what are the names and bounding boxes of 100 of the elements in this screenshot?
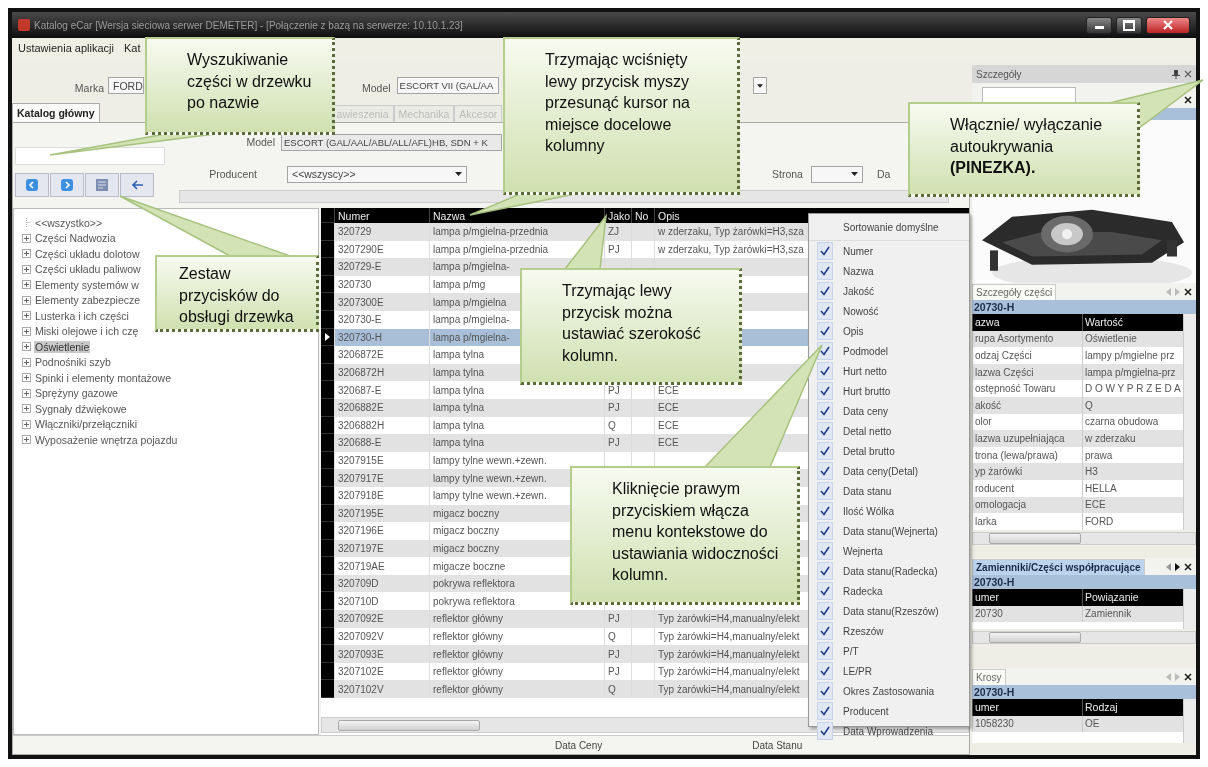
- column-header[interactable]: Rodzaj: [1082, 699, 1182, 716]
- checkbox[interactable]: [817, 282, 833, 300]
- tree-item[interactable]: Elementy zabezpiecze: [34, 294, 142, 307]
- tab[interactable]: Katalog główny: [12, 103, 100, 122]
- producer-dropdown[interactable]: <<wszyscy>>: [287, 165, 467, 183]
- menu-item[interactable]: Detal netto: [843, 425, 892, 437]
- checkbox[interactable]: [817, 302, 833, 320]
- scrollbar[interactable]: [972, 631, 1196, 644]
- tab[interactable]: Szczegóły części: [972, 284, 1057, 300]
- checkbox[interactable]: [817, 502, 833, 520]
- checkbox[interactable]: [817, 442, 833, 460]
- close-icon[interactable]: [1184, 563, 1192, 571]
- checkbox[interactable]: [817, 462, 833, 480]
- checkbox[interactable]: [817, 662, 833, 680]
- menu-item[interactable]: Data Wprowadzenia: [843, 725, 934, 737]
- tree-button[interactable]: [120, 173, 154, 197]
- expand-icon[interactable]: [22, 435, 31, 445]
- expand-icon[interactable]: [22, 264, 31, 274]
- column-header[interactable]: umer: [972, 589, 1082, 606]
- checkbox[interactable]: [817, 242, 833, 260]
- tree-item[interactable]: Części układu dolotow: [34, 247, 141, 260]
- menu-item[interactable]: Jakość: [843, 285, 875, 297]
- scroll-thumb[interactable]: [989, 632, 1081, 643]
- checkbox[interactable]: [817, 702, 833, 720]
- scrollbar[interactable]: [1183, 699, 1196, 743]
- checkbox[interactable]: [817, 542, 833, 560]
- checkbox[interactable]: [817, 382, 833, 400]
- menu-item[interactable]: Data stanu: [843, 485, 892, 497]
- tree-item[interactable]: Lusterka i ich części: [34, 309, 130, 322]
- menu-item[interactable]: P/T: [843, 645, 859, 657]
- menu-item[interactable]: Data stanu(Radecka): [843, 565, 938, 577]
- arrow-right-icon[interactable]: [1175, 563, 1180, 571]
- scrollbar[interactable]: [1183, 314, 1196, 530]
- model-field[interactable]: ESCORT (GAL/AAL/ABL/ALL/AFL)HB, SDN + K: [281, 133, 502, 151]
- checkbox[interactable]: [817, 622, 833, 640]
- tree-item[interactable]: Części układu paliwow: [34, 263, 142, 276]
- menu-item[interactable]: Numer: [843, 245, 873, 257]
- column-header[interactable]: azwa: [972, 314, 1082, 331]
- pin-icon[interactable]: [1172, 69, 1180, 79]
- make-dropdown[interactable]: FORD: [108, 77, 144, 94]
- column-header[interactable]: Powiązanie: [1082, 589, 1182, 606]
- checkbox[interactable]: [817, 682, 833, 700]
- maximize-button[interactable]: [1116, 16, 1142, 34]
- tree-item[interactable]: Wyposażenie wnętrza pojazdu: [34, 433, 179, 446]
- checkbox[interactable]: [817, 402, 833, 420]
- menu-item[interactable]: Nowość: [843, 305, 879, 317]
- column-header[interactable]: Wartość: [1082, 314, 1182, 331]
- expand-icon[interactable]: [22, 280, 31, 290]
- tab[interactable]: Zamienniki/Części współpracujące: [972, 559, 1145, 575]
- minimize-button[interactable]: [1086, 16, 1112, 34]
- scrollbar[interactable]: [972, 532, 1196, 545]
- tree-item[interactable]: Części Nadwozia: [34, 232, 117, 245]
- menu-item[interactable]: Ustawienia aplikacji: [18, 42, 114, 54]
- search-field[interactable]: [15, 147, 165, 165]
- menu-item[interactable]: Opis: [843, 325, 864, 337]
- expand-icon[interactable]: [22, 326, 31, 336]
- menu-item[interactable]: Podmodel: [843, 345, 889, 357]
- menu-item[interactable]: Hurt brutto: [843, 385, 891, 397]
- menu-item[interactable]: Hurt netto: [843, 365, 887, 377]
- tree-item[interactable]: Włączniki/przełączniki: [34, 418, 139, 431]
- close-icon[interactable]: [1184, 288, 1192, 296]
- tree-button[interactable]: [15, 173, 49, 197]
- menu-item[interactable]: Ilość Wólka: [843, 505, 895, 517]
- tree-button[interactable]: [85, 173, 119, 197]
- dropdown-button[interactable]: [752, 77, 767, 94]
- close-button[interactable]: [1146, 16, 1190, 34]
- scrollbar[interactable]: [1183, 589, 1196, 629]
- menu-command[interactable]: Sortowanie domyślne: [809, 214, 969, 241]
- column-header[interactable]: umer: [972, 699, 1082, 716]
- checkbox[interactable]: [817, 582, 833, 600]
- expand-icon[interactable]: [22, 311, 31, 321]
- tree-item[interactable]: Podnośniki szyb: [34, 356, 112, 369]
- checkbox[interactable]: [817, 322, 833, 340]
- checkbox[interactable]: [817, 482, 833, 500]
- menu-item[interactable]: Rzeszów: [843, 625, 884, 637]
- scroll-thumb[interactable]: [338, 719, 480, 731]
- menu-item[interactable]: Radecka: [843, 585, 883, 597]
- menu-item[interactable]: Data stanu(Wejnerta): [843, 525, 938, 537]
- menu-item[interactable]: Producent: [843, 705, 889, 717]
- menu-item[interactable]: Kat: [124, 42, 141, 54]
- checkbox[interactable]: [817, 722, 833, 740]
- checkbox[interactable]: [817, 562, 833, 580]
- tree-item[interactable]: Spinki i elementy montażowe: [34, 371, 172, 384]
- close-icon[interactable]: [1184, 96, 1192, 104]
- tree-item[interactable]: <<wszystko>>: [34, 216, 104, 229]
- model-dropdown[interactable]: ESCORT VII (GAL/AA: [396, 77, 499, 94]
- checkbox[interactable]: [817, 602, 833, 620]
- expand-icon[interactable]: [22, 373, 31, 383]
- expand-icon[interactable]: [22, 404, 31, 414]
- menu-item[interactable]: Okres Zastosowania: [843, 685, 935, 697]
- tab[interactable]: Krosy: [972, 669, 1006, 685]
- tree-item[interactable]: Sygnały dźwiękowe: [34, 402, 128, 415]
- expand-icon[interactable]: [22, 357, 31, 367]
- menu-item[interactable]: Nazwa: [843, 265, 874, 277]
- checkbox[interactable]: [817, 362, 833, 380]
- checkbox[interactable]: [817, 522, 833, 540]
- close-icon[interactable]: [1184, 673, 1192, 681]
- expand-icon[interactable]: [22, 249, 31, 259]
- tree-item[interactable]: Oświetlenie: [34, 340, 91, 353]
- menu-item[interactable]: Wejnerta: [843, 545, 883, 557]
